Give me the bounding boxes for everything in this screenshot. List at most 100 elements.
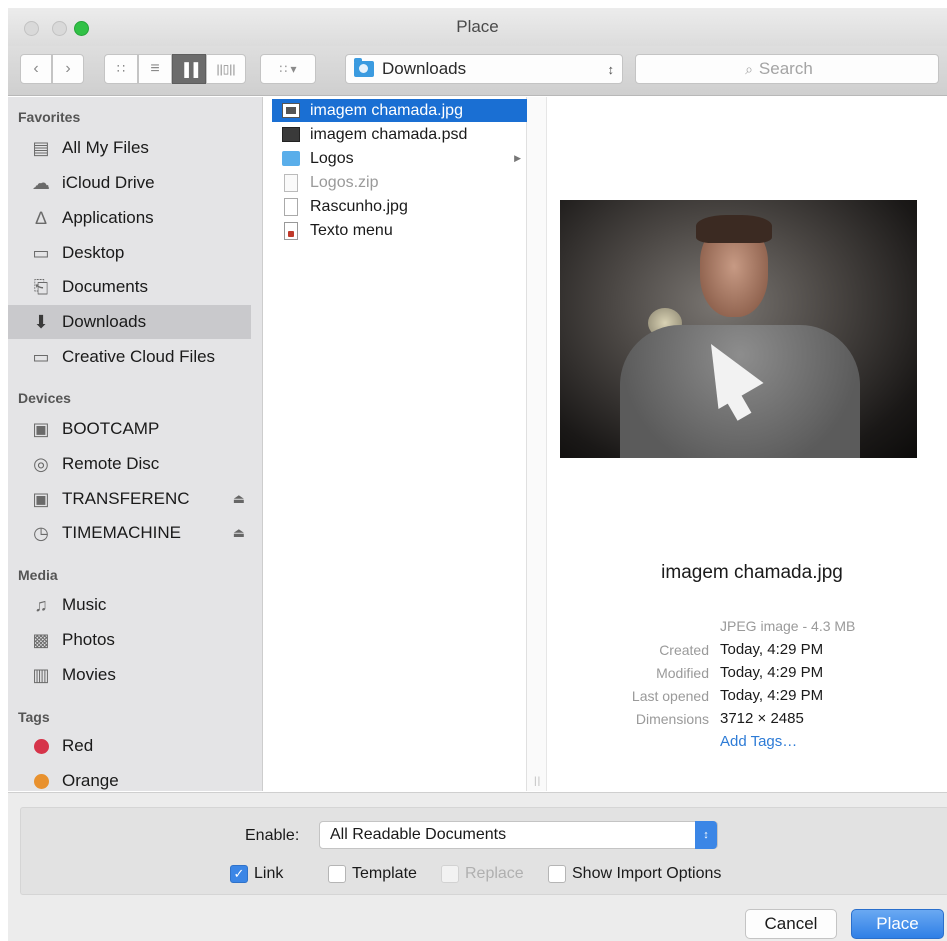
sidebar-item-label: TIMEMACHINE <box>62 523 181 542</box>
image-file-icon <box>282 103 300 118</box>
file-row[interactable]: Texto menu <box>272 219 527 242</box>
sidebar-item-transferenc[interactable]: ▣ TRANSFERENC ⏏ <box>8 482 251 516</box>
arrange-icon: ∷ ▾ <box>279 62 297 76</box>
search-field[interactable]: ⌕ <box>635 54 939 84</box>
sidebar-item-downloads[interactable]: ⬇ Downloads <box>8 305 251 339</box>
preview-kind: JPEG image - 4.3 MB <box>720 618 856 634</box>
file-row[interactable]: Logos.zip <box>272 171 527 194</box>
last-opened-value: Today, 4:29 PM <box>720 687 824 704</box>
enable-select[interactable]: All Readable Documents ↕ <box>319 821 718 849</box>
cloud-icon: ☁ <box>32 172 50 193</box>
sidebar-item-tag-red[interactable]: Red <box>8 729 251 763</box>
show-import-options-checkbox[interactable]: Show Import Options <box>548 865 721 883</box>
link-label: Link <box>254 865 284 882</box>
enable-label: Enable: <box>245 827 300 844</box>
icon-view-icon: ∷ <box>116 61 126 76</box>
column-resize-handle[interactable]: || <box>534 776 541 787</box>
chevron-right-icon: › <box>65 60 71 77</box>
sidebar-item-label: Applications <box>62 208 154 227</box>
camera-icon: ▩ <box>32 629 50 650</box>
location-label: Downloads <box>382 59 467 78</box>
template-checkbox[interactable]: Template <box>328 865 417 883</box>
sidebar: Favorites ▤ All My Files ☁ iCloud Drive … <box>8 97 263 791</box>
chevron-left-icon: ‹ <box>33 60 39 77</box>
column-view-button[interactable]: ▐▐ <box>172 54 206 84</box>
file-row[interactable]: imagem chamada.psd <box>272 123 527 146</box>
file-name: Logos.zip <box>310 173 379 191</box>
text-file-icon <box>284 221 298 240</box>
bottom-panel: Enable: All Readable Documents ↕ ✓ Link … <box>8 792 947 941</box>
sidebar-item-desktop[interactable]: ▭ Desktop <box>8 236 251 270</box>
downloads-folder-icon <box>354 58 374 77</box>
updown-chevron-icon: ↕ <box>695 821 717 849</box>
cancel-button[interactable]: Cancel <box>745 909 837 939</box>
link-checkbox[interactable]: ✓ Link <box>230 865 283 883</box>
sidebar-item-movies[interactable]: ▥ Movies <box>8 658 251 692</box>
red-tag-icon <box>34 738 49 754</box>
favorites-header: Favorites <box>18 109 81 125</box>
sidebar-item-creative-cloud-files[interactable]: ▭ Creative Cloud Files <box>8 340 251 374</box>
sidebar-item-label: iCloud Drive <box>62 173 155 192</box>
sidebar-item-timemachine[interactable]: ◷ TIMEMACHINE ⏏ <box>8 516 251 550</box>
document-file-icon <box>284 197 298 216</box>
file-name: Rascunho.jpg <box>310 197 408 215</box>
file-name: imagem chamada.psd <box>310 125 468 143</box>
orange-tag-icon <box>34 773 49 789</box>
folder-row[interactable]: Logos ▶ <box>272 147 527 170</box>
eject-icon[interactable]: ⏏ <box>233 491 245 507</box>
sidebar-item-applications[interactable]: ∆ Applications <box>8 201 251 235</box>
file-name: Texto menu <box>310 221 393 239</box>
sidebar-item-label: BOOTCAMP <box>62 419 160 438</box>
disc-icon: ◎ <box>33 453 49 474</box>
folder-icon <box>282 151 300 166</box>
add-tags-link[interactable]: Add Tags… <box>720 733 797 750</box>
checkbox-icon <box>328 865 346 883</box>
sidebar-item-music[interactable]: ♫ Music <box>8 588 251 622</box>
modified-label: Modified <box>656 665 709 681</box>
downloads-icon: ⬇ <box>33 311 49 332</box>
psd-file-icon <box>282 127 300 142</box>
sidebar-item-label: TRANSFERENC <box>62 489 190 508</box>
sidebar-item-label: Music <box>62 595 107 614</box>
coverflow-view-icon: ||▯|| <box>216 62 236 76</box>
file-column: imagem chamada.jpg imagem chamada.psd Lo… <box>272 97 527 791</box>
sidebar-item-photos[interactable]: ▩ Photos <box>8 623 251 657</box>
zip-file-icon <box>284 173 298 192</box>
arrange-button[interactable]: ∷ ▾ <box>260 54 316 84</box>
toolbar: ‹ › ∷ ≡ ▐▐ ||▯|| ∷ ▾ Downloads ↕ ⌕ <box>8 46 947 96</box>
forward-button[interactable]: › <box>52 54 84 84</box>
timemachine-icon: ◷ <box>33 522 49 543</box>
icon-view-button[interactable]: ∷ <box>104 54 138 84</box>
sidebar-item-label: Photos <box>62 630 115 649</box>
updown-chevron-icon: ↕ <box>607 61 615 77</box>
checkbox-icon <box>548 865 566 883</box>
applications-icon: ∆ <box>35 207 47 228</box>
documents-icon: ⎗ <box>33 276 49 297</box>
music-icon: ♫ <box>34 594 48 615</box>
list-view-button[interactable]: ≡ <box>138 54 172 84</box>
eject-icon[interactable]: ⏏ <box>233 525 245 541</box>
desktop-icon: ▭ <box>32 242 50 263</box>
sidebar-item-label: Desktop <box>62 243 125 262</box>
file-row[interactable]: imagem chamada.jpg <box>272 99 527 122</box>
column-view-icon: ▐▐ <box>179 61 199 77</box>
sidebar-item-icloud-drive[interactable]: ☁ iCloud Drive <box>8 166 251 200</box>
replace-label: Replace <box>465 865 524 882</box>
list-view-icon: ≡ <box>150 60 160 77</box>
coverflow-view-button[interactable]: ||▯|| <box>206 54 246 84</box>
file-row[interactable]: Rascunho.jpg <box>272 195 527 218</box>
location-popup[interactable]: Downloads ↕ <box>345 54 623 84</box>
search-input[interactable] <box>758 59 829 79</box>
column-divider <box>527 97 547 791</box>
created-label: Created <box>659 642 709 658</box>
sidebar-item-documents[interactable]: ⎗ Documents <box>8 270 251 304</box>
back-button[interactable]: ‹ <box>20 54 52 84</box>
sidebar-item-all-my-files[interactable]: ▤ All My Files <box>8 131 251 165</box>
checkbox-icon <box>441 865 459 883</box>
checkmark-icon: ✓ <box>230 865 248 883</box>
place-button[interactable]: Place <box>851 909 944 939</box>
sidebar-item-bootcamp[interactable]: ▣ BOOTCAMP <box>8 412 251 446</box>
sidebar-item-remote-disc[interactable]: ◎ Remote Disc <box>8 447 251 481</box>
sidebar-item-label: Downloads <box>62 312 147 331</box>
sidebar-item-tag-orange[interactable]: Orange <box>8 764 251 791</box>
